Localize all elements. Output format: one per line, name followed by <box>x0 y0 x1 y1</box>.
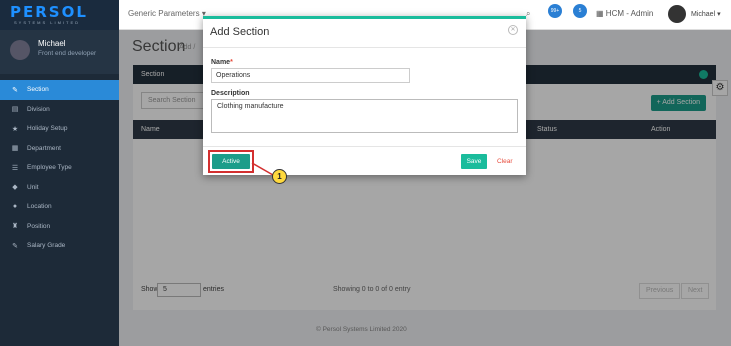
step-callout-badge: 1 <box>272 169 287 184</box>
callout-connector-line <box>251 162 274 176</box>
callout-connector <box>251 162 274 176</box>
